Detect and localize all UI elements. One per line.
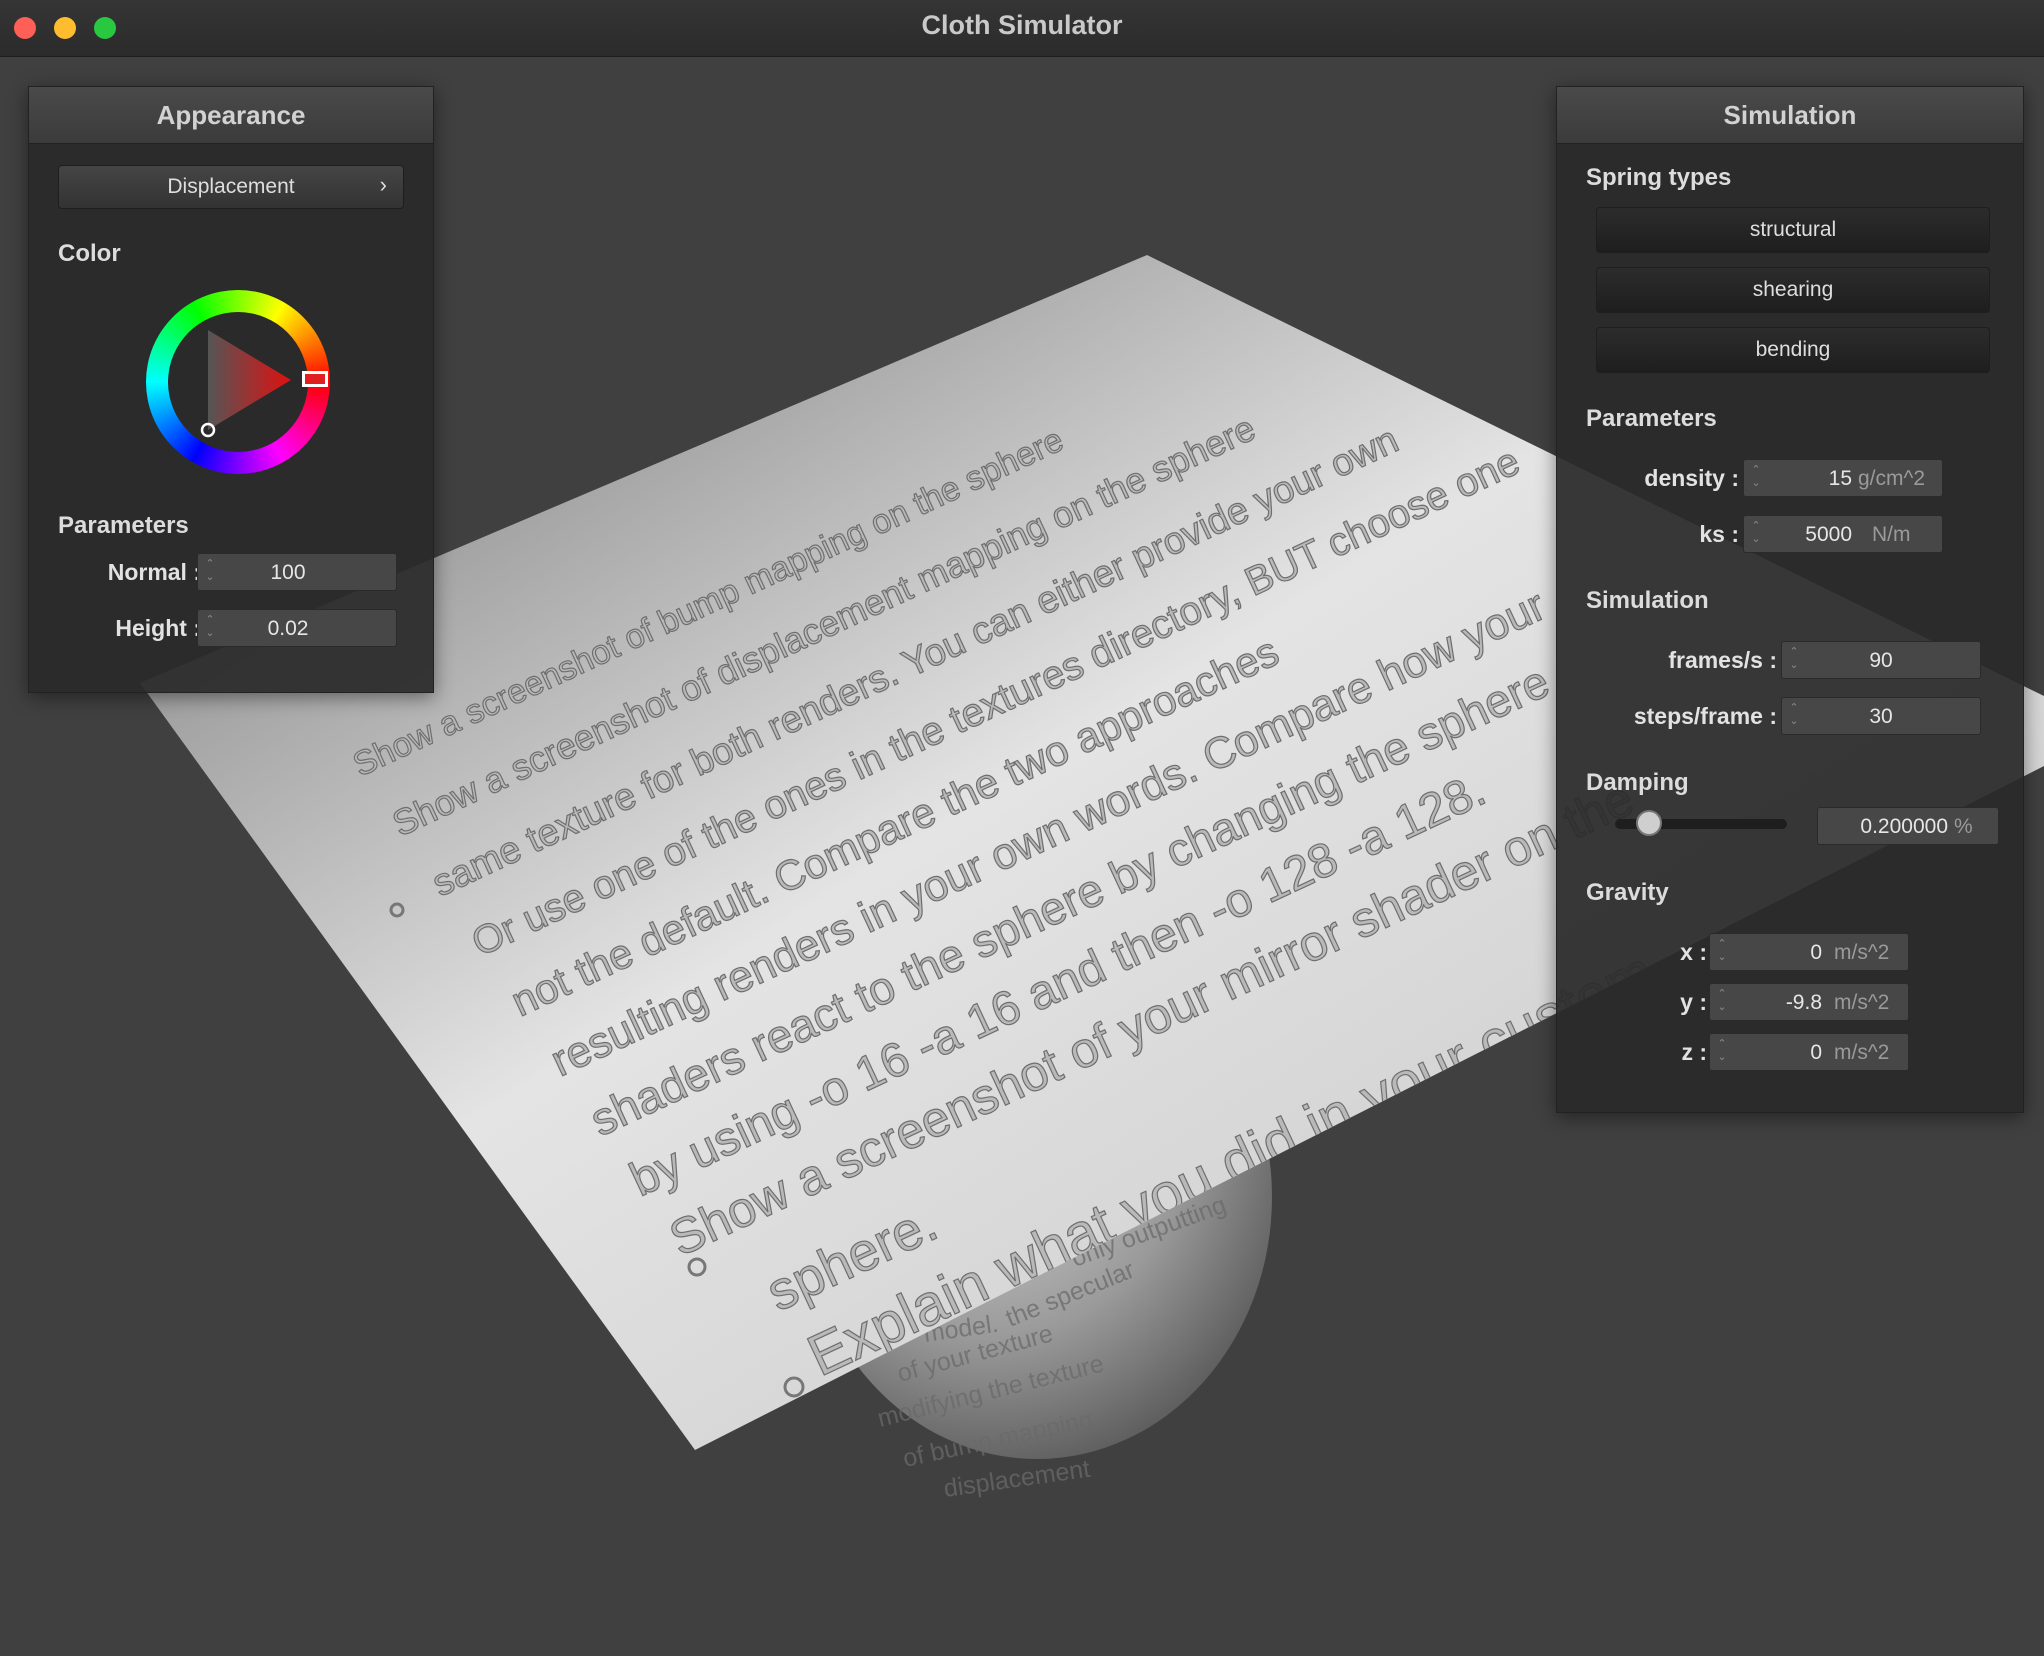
steps-input[interactable]: ⌃ ⌄ 30	[1781, 697, 1981, 735]
color-wheel[interactable]	[146, 290, 330, 474]
gravity-x-input[interactable]: ⌃ ⌄ 0 m/s^2	[1709, 933, 1909, 971]
color-section-label: Color	[58, 240, 121, 267]
simulation-panel-title: Simulation	[1557, 87, 2023, 144]
gravity-y-label: y :	[1680, 989, 1707, 1015]
spring-bending-toggle[interactable]: bending	[1596, 327, 1990, 373]
sim-parameters-label: Parameters	[1586, 405, 1717, 432]
height-input[interactable]: ⌃ ⌄ 0.02	[197, 609, 397, 647]
height-value: 0.02	[267, 617, 309, 640]
damping-label: Damping	[1586, 769, 1689, 796]
appearance-parameters-label: Parameters	[58, 512, 189, 539]
frames-input[interactable]: ⌃ ⌄ 90	[1781, 641, 1981, 679]
gravity-y-unit: m/s^2	[1834, 991, 1890, 1014]
gravity-z-input[interactable]: ⌃ ⌄ 0 m/s^2	[1709, 1033, 1909, 1071]
gravity-z-unit: m/s^2	[1834, 1041, 1890, 1064]
stepper-icon[interactable]: ⌃ ⌄	[1788, 702, 1800, 728]
ks-label: ks :	[1699, 521, 1739, 547]
gravity-z-label: z :	[1681, 1039, 1707, 1065]
stepper-icon[interactable]: ⌃ ⌄	[1716, 988, 1728, 1014]
spring-structural-toggle[interactable]: structural	[1596, 207, 1990, 253]
hue-marker[interactable]	[302, 371, 328, 387]
ks-value: 5000	[1805, 523, 1852, 546]
height-label: Height :	[115, 615, 201, 641]
stepper-icon[interactable]: ⌃ ⌄	[204, 614, 216, 640]
gravity-x-value: 0	[1810, 941, 1822, 964]
window-title: Cloth Simulator	[921, 10, 1123, 40]
steps-value: 30	[1869, 705, 1893, 728]
damping-value: 0.200000	[1860, 815, 1948, 838]
normal-label: Normal :	[107, 559, 201, 585]
gravity-x-label: x :	[1680, 939, 1707, 965]
ks-input[interactable]: ⌃ ⌄ 5000 N/m	[1743, 515, 1943, 553]
appearance-panel: Appearance Displacement › Color Paramete…	[28, 86, 434, 693]
simulation-panel: Simulation Spring types structural shear…	[1556, 86, 2024, 1113]
normal-input[interactable]: ⌃ ⌄ 100	[197, 553, 397, 591]
density-unit: g/cm^2	[1858, 467, 1926, 490]
density-value: 15	[1828, 467, 1852, 490]
spring-types-label: Spring types	[1586, 164, 1732, 191]
stepper-icon[interactable]: ⌃ ⌄	[1716, 1038, 1728, 1064]
app-window: Cloth Simulator only outputting the spec…	[0, 0, 2044, 1656]
title-bar: Cloth Simulator	[0, 0, 2044, 57]
spring-shearing-toggle[interactable]: shearing	[1596, 267, 1990, 313]
frames-label: frames/s :	[1668, 647, 1777, 673]
sphere-text-line: displacement	[942, 1455, 1092, 1503]
stepper-icon[interactable]: ⌃ ⌄	[1716, 938, 1728, 964]
steps-label: steps/frame :	[1633, 703, 1777, 729]
render-viewport[interactable]: only outputting the specular model. of y…	[0, 57, 2044, 1656]
stepper-icon[interactable]: ⌃ ⌄	[1750, 520, 1762, 546]
gravity-y-input[interactable]: ⌃ ⌄ -9.8 m/s^2	[1709, 983, 1909, 1021]
normal-value: 100	[270, 561, 306, 584]
frames-value: 90	[1869, 649, 1893, 672]
chevron-right-icon: ›	[379, 172, 387, 197]
simulation-section-label: Simulation	[1586, 587, 1709, 614]
damping-slider-handle[interactable]	[1636, 810, 1663, 836]
gravity-y-value: -9.8	[1785, 991, 1822, 1014]
damping-input[interactable]: 0.200000 %	[1817, 807, 1999, 845]
appearance-panel-title: Appearance	[29, 87, 433, 144]
ks-unit: N/m	[1872, 523, 1911, 546]
damping-unit: %	[1954, 815, 1973, 838]
density-label: density :	[1644, 465, 1739, 491]
shader-select-button[interactable]: Displacement ›	[58, 165, 404, 209]
stepper-icon[interactable]: ⌃ ⌄	[1750, 464, 1762, 490]
stepper-icon[interactable]: ⌃ ⌄	[1788, 646, 1800, 672]
stepper-icon[interactable]: ⌃ ⌄	[204, 558, 216, 584]
gravity-z-value: 0	[1810, 1041, 1822, 1064]
gravity-x-unit: m/s^2	[1834, 941, 1890, 964]
gravity-label: Gravity	[1586, 879, 1669, 906]
damping-slider[interactable]	[1615, 810, 1787, 836]
density-input[interactable]: ⌃ ⌄ 15 g/cm^2	[1743, 459, 1943, 497]
shader-select-label: Displacement	[167, 175, 295, 198]
